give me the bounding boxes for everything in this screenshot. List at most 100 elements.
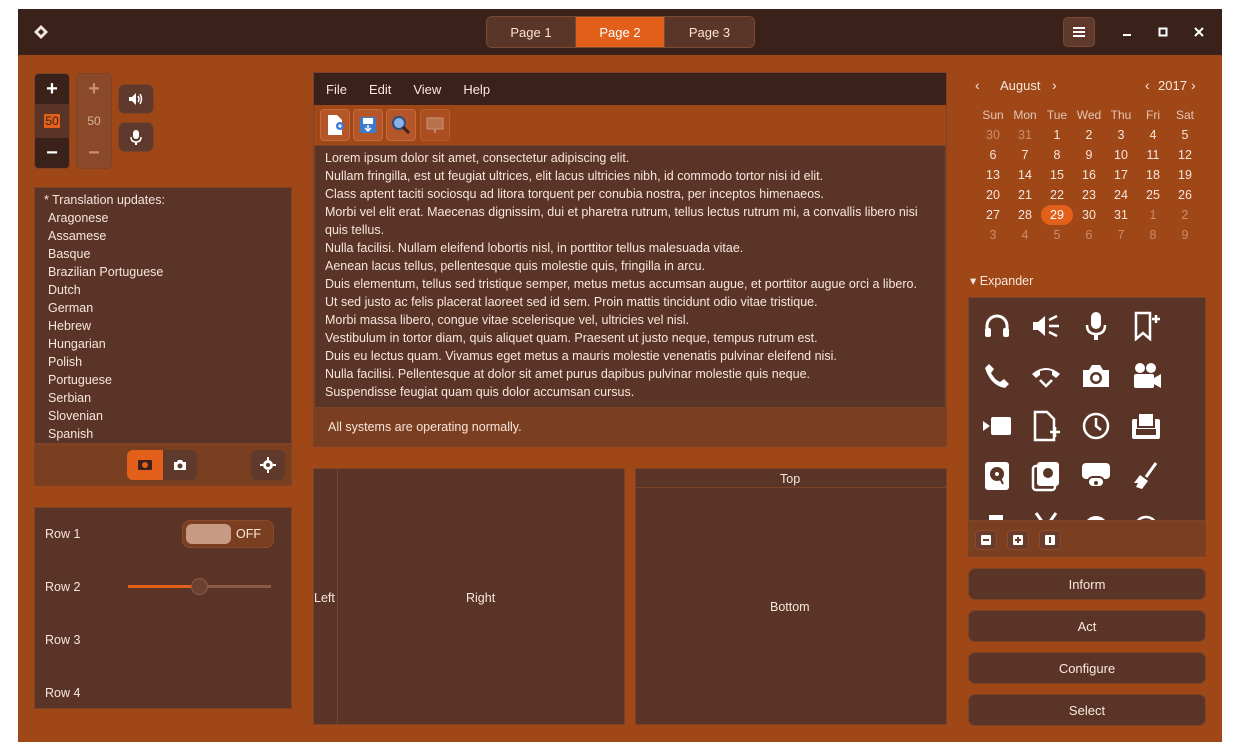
calendar-day[interactable]: 21 [1009, 185, 1041, 205]
list-item[interactable]: Dutch [35, 281, 291, 299]
calendar-day[interactable]: 19 [1169, 165, 1201, 185]
pane-divider[interactable] [337, 469, 338, 724]
speaker-icon[interactable] [1029, 309, 1063, 343]
list-item[interactable]: Serbian [35, 389, 291, 407]
increment-button[interactable]: + [35, 74, 69, 104]
calendar-day[interactable]: 2 [1073, 125, 1105, 145]
calendar-day[interactable]: 4 [1137, 125, 1169, 145]
minimize-button[interactable] [1117, 22, 1137, 42]
calendar-day[interactable]: 6 [977, 145, 1009, 165]
menu-view[interactable]: View [413, 82, 441, 97]
camera-toggle[interactable] [163, 450, 197, 480]
menu-help[interactable]: Help [463, 82, 490, 97]
list-item[interactable]: Portuguese [35, 371, 291, 389]
calendar-day[interactable]: 17 [1105, 165, 1137, 185]
calendar-day[interactable]: 6 [1073, 225, 1105, 245]
microphone-icon[interactable] [1079, 309, 1113, 343]
calendar-day[interactable]: 5 [1041, 225, 1073, 245]
calendar-day[interactable]: 2 [1169, 205, 1201, 225]
record-toggle[interactable] [127, 450, 163, 480]
calendar-day[interactable]: 25 [1137, 185, 1169, 205]
movie-camera-icon[interactable] [1129, 359, 1163, 393]
printer-icon[interactable] [1079, 459, 1113, 493]
clipboard-icon[interactable] [1129, 409, 1163, 443]
tab-page-1[interactable]: Page 1 [487, 17, 576, 47]
calendar-day[interactable]: 5 [1169, 125, 1201, 145]
settings-button[interactable] [251, 450, 285, 480]
calendar-day[interactable]: 30 [977, 125, 1009, 145]
maximize-button[interactable] [1153, 22, 1173, 42]
calendar-day[interactable]: 26 [1169, 185, 1201, 205]
media-icon[interactable] [1029, 459, 1063, 493]
new-file-button[interactable] [320, 109, 350, 141]
calendar-day[interactable]: 15 [1041, 165, 1073, 185]
drive-icon[interactable] [980, 459, 1014, 493]
headphones-icon[interactable] [980, 309, 1014, 343]
calendar-day[interactable]: 4 [1009, 225, 1041, 245]
pane-divider[interactable] [636, 487, 946, 488]
inform-button[interactable]: Inform [968, 568, 1206, 600]
list-item[interactable]: Basque [35, 245, 291, 263]
prev-year-button[interactable]: ‹ [1145, 77, 1150, 93]
volume-button[interactable] [118, 84, 154, 114]
toggle-switch[interactable]: OFF [182, 520, 274, 548]
info-button[interactable] [1039, 530, 1061, 550]
video-icon[interactable] [980, 409, 1014, 443]
calendar-day[interactable]: 7 [1009, 145, 1041, 165]
remove-button[interactable] [975, 530, 997, 550]
add-button[interactable] [1007, 530, 1029, 550]
menu-button[interactable] [1063, 17, 1095, 47]
list-item[interactable]: German [35, 299, 291, 317]
calendar-day[interactable]: 18 [1137, 165, 1169, 185]
calendar-day[interactable]: 3 [1105, 125, 1137, 145]
target-icon[interactable] [1129, 509, 1163, 520]
calendar-day[interactable]: 24 [1105, 185, 1137, 205]
calendar-day[interactable]: 9 [1073, 145, 1105, 165]
prev-month-button[interactable]: ‹ [975, 77, 980, 93]
menu-edit[interactable]: Edit [369, 82, 391, 97]
list-item[interactable]: Brazilian Portuguese [35, 263, 291, 281]
slider-handle[interactable] [191, 578, 208, 595]
tab-page-2[interactable]: Page 2 [576, 17, 665, 47]
smiley-icon[interactable] [1079, 509, 1113, 520]
calendar-day[interactable]: 11 [1137, 145, 1169, 165]
list-item[interactable]: Assamese [35, 227, 291, 245]
calendar-day[interactable]: 8 [1041, 145, 1073, 165]
calendar-day[interactable]: 20 [977, 185, 1009, 205]
calendar-day[interactable]: 16 [1073, 165, 1105, 185]
calendar-day[interactable]: 30 [1073, 205, 1105, 225]
calendar-day[interactable]: 3 [977, 225, 1009, 245]
calendar-day[interactable]: 29 [1041, 205, 1073, 225]
list-item[interactable]: Spanish [35, 425, 291, 443]
calendar-day[interactable]: 7 [1105, 225, 1137, 245]
tab-page-3[interactable]: Page 3 [665, 17, 754, 47]
act-button[interactable]: Act [968, 610, 1206, 642]
calendar-day[interactable]: 8 [1137, 225, 1169, 245]
calendar-day[interactable]: 22 [1041, 185, 1073, 205]
file-add-icon[interactable] [1029, 409, 1063, 443]
scissors-icon[interactable] [1029, 509, 1063, 520]
close-button[interactable] [1189, 22, 1209, 42]
spin-value-1[interactable]: 50 [35, 104, 69, 138]
list-item[interactable]: Hebrew [35, 317, 291, 335]
calendar-day[interactable]: 28 [1009, 205, 1041, 225]
presentation-button[interactable] [420, 109, 450, 141]
calendar-day[interactable]: 12 [1169, 145, 1201, 165]
next-year-button[interactable]: › [1191, 77, 1196, 93]
configure-button[interactable]: Configure [968, 652, 1206, 684]
phone-icon[interactable] [980, 359, 1014, 393]
calendar-day[interactable]: 1 [1041, 125, 1073, 145]
calendar-day[interactable]: 27 [977, 205, 1009, 225]
calendar-day[interactable]: 31 [1105, 205, 1137, 225]
calendar-day[interactable]: 13 [977, 165, 1009, 185]
list-item[interactable]: Hungarian [35, 335, 291, 353]
camera-icon[interactable] [1079, 359, 1113, 393]
calendar-day[interactable]: 9 [1169, 225, 1201, 245]
next-month-button[interactable]: › [1052, 77, 1057, 93]
calendar-day[interactable]: 14 [1009, 165, 1041, 185]
save-button[interactable] [353, 109, 383, 141]
list-item[interactable]: Polish [35, 353, 291, 371]
calendar-day[interactable]: 23 [1073, 185, 1105, 205]
broom-icon[interactable] [1129, 459, 1163, 493]
decrement-button[interactable]: − [35, 138, 69, 168]
